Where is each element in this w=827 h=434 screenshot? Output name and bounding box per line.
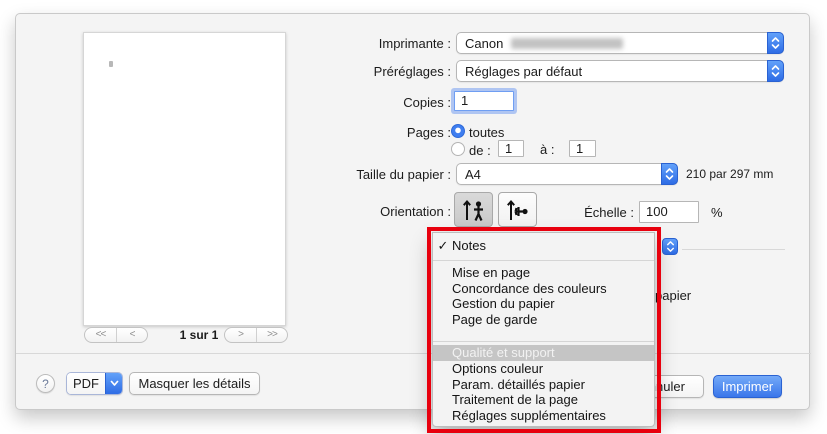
print-dialog: << < 1 sur 1 > >> Imprimante : Canon Pré… <box>15 13 810 410</box>
printer-dropdown-stepper-icon <box>767 32 784 54</box>
copies-label: Copies : <box>301 95 451 110</box>
printer-value: Canon <box>465 36 503 51</box>
copies-input[interactable]: 1 <box>454 91 514 111</box>
paper-size-dropdown-stepper-icon <box>661 163 678 185</box>
panes-dropdown-stepper-icon[interactable] <box>662 238 678 255</box>
paper-size-label: Taille du papier : <box>301 167 451 182</box>
menu-item-qualite-et-support[interactable]: Qualité et support <box>433 345 654 361</box>
checkmark-icon: ✓ <box>436 236 450 256</box>
print-button[interactable]: Imprimer <box>713 375 782 398</box>
pages-range-radio[interactable] <box>451 142 465 156</box>
pages-from-input[interactable]: 1 <box>498 140 524 157</box>
menu-separator <box>433 341 654 342</box>
pane-separator <box>682 249 785 250</box>
portrait-icon <box>460 196 487 223</box>
presets-dropdown[interactable]: Réglages par défaut <box>456 60 784 82</box>
preview-page <box>83 32 286 326</box>
page-content-mark <box>109 61 113 67</box>
pages-label: Pages : <box>301 125 451 140</box>
menu-item-page-de-garde[interactable]: Page de garde <box>433 312 654 328</box>
pages-to-input[interactable]: 1 <box>569 140 596 157</box>
pdf-label: PDF <box>67 373 105 394</box>
pages-to-label: à : <box>540 142 560 157</box>
pane-label-fragment: papier <box>655 288 691 303</box>
presets-dropdown-stepper-icon <box>767 60 784 82</box>
scale-input[interactable]: 100 <box>639 201 699 223</box>
panes-menu: ✓ Notes Mise en page Concordance des cou… <box>432 232 655 427</box>
page-counter: 1 sur 1 <box>169 328 229 342</box>
page-nav-forward-group: > >> <box>224 327 288 343</box>
menu-item-mise-en-page[interactable]: Mise en page <box>433 265 654 281</box>
next-page-button[interactable]: > <box>225 328 256 342</box>
printer-label: Imprimante : <box>301 36 451 51</box>
scale-unit: % <box>711 205 731 220</box>
footer-separator <box>16 353 811 354</box>
orientation-portrait-button[interactable] <box>454 192 493 227</box>
orientation-label: Orientation : <box>301 204 451 219</box>
last-page-button[interactable]: >> <box>256 328 287 342</box>
paper-size-dropdown[interactable]: A4 <box>456 163 678 185</box>
menu-item-traitement-de-la-page[interactable]: Traitement de la page <box>433 392 654 408</box>
page-nav-back-group: << < <box>84 327 148 343</box>
paper-dimensions: 210 par 297 mm <box>686 167 796 181</box>
hide-details-button[interactable]: Masquer les détails <box>129 372 260 395</box>
help-button[interactable]: ? <box>36 374 55 393</box>
preview-navigation: << < 1 sur 1 > >> <box>16 327 316 345</box>
first-page-button[interactable]: << <box>85 328 116 342</box>
pdf-menu-button[interactable]: PDF <box>66 372 123 395</box>
pdf-chevron-down-icon <box>105 373 122 394</box>
pages-all-radio[interactable] <box>451 124 465 138</box>
menu-item-options-couleur[interactable]: Options couleur <box>433 361 654 377</box>
redacted-printer-model <box>511 38 623 49</box>
menu-separator <box>433 260 654 261</box>
menu-item-notes[interactable]: ✓ Notes <box>433 236 654 256</box>
scale-label: Échelle : <box>516 205 634 220</box>
paper-size-value: A4 <box>465 167 481 182</box>
menu-item-reglages-supplementaires[interactable]: Réglages supplémentaires <box>433 408 654 424</box>
previous-page-button[interactable]: < <box>116 328 147 342</box>
menu-item-param-detailles-papier[interactable]: Param. détaillés papier <box>433 377 654 393</box>
printer-dropdown[interactable]: Canon <box>456 32 784 54</box>
presets-label: Préréglages : <box>301 64 451 79</box>
presets-value: Réglages par défaut <box>465 64 582 79</box>
pages-all-label: toutes <box>469 125 529 140</box>
menu-item-concordance-des-couleurs[interactable]: Concordance des couleurs <box>433 281 654 297</box>
menu-item-gestion-du-papier[interactable]: Gestion du papier <box>433 296 654 312</box>
